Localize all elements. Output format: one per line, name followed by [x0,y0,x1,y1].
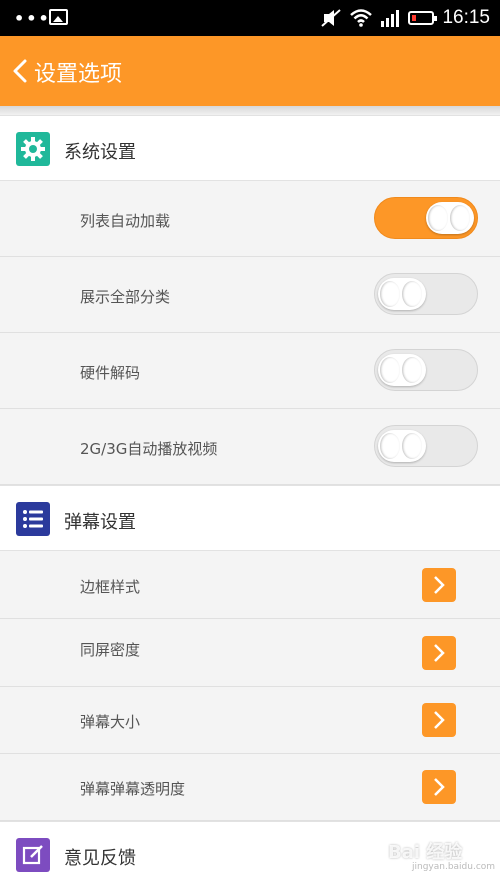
setting-row-border-style[interactable]: 边框样式 [0,551,500,619]
hardware-decode-toggle[interactable] [374,349,478,391]
status-time: 16:15 [442,7,490,28]
signal-icon [380,9,400,27]
setting-row-hardware-decode: 硬件解码 [0,333,500,409]
chevron-right-icon[interactable] [422,636,456,670]
auto-load-toggle[interactable] [374,197,478,239]
status-bar: ••• 16:15 [0,0,500,36]
setting-row-screen-density[interactable]: 同屏密度 [0,619,500,687]
chevron-left-icon [13,59,27,83]
page-title: 设置选项 [34,62,123,87]
setting-label: 硬件解码 [80,364,141,382]
status-bar-right: 16:15 [312,0,490,36]
more-dots-icon: ••• [14,9,51,28]
back-button[interactable] [8,56,36,86]
setting-label: 展示全部分类 [80,288,171,306]
setting-label: 弹幕弹幕透明度 [80,780,186,798]
setting-label: 弹幕大小 [80,713,141,731]
wifi-icon [350,9,373,27]
battery-low-icon [408,11,438,25]
autoplay-video-toggle[interactable] [374,425,478,467]
list-icon [16,502,50,536]
setting-row-danmaku-size[interactable]: 弹幕大小 [0,687,500,754]
section-header-danmaku: 弹幕设置 [0,485,500,551]
edit-icon [16,838,50,872]
setting-row-auto-load: 列表自动加载 [0,181,500,257]
section-title-system: 系统设置 [64,142,136,163]
setting-label: 2G/3G自动播放视频 [80,440,218,458]
watermark-sub: jingyan.baidu.com [412,862,496,872]
chevron-right-icon[interactable] [422,568,456,602]
setting-row-danmaku-opacity[interactable]: 弹幕弹幕透明度 [0,754,500,821]
setting-row-show-all-categories: 展示全部分类 [0,257,500,333]
setting-label: 列表自动加载 [80,212,171,230]
section-title-feedback: 意见反馈 [64,848,136,869]
setting-row-autoplay-video: 2G/3G自动播放视频 [0,409,500,485]
app-bar: 设置选项 [0,36,500,106]
setting-label: 边框样式 [80,578,141,596]
gear-icon [16,132,50,166]
show-all-categories-toggle[interactable] [374,273,478,315]
section-title-danmaku: 弹幕设置 [64,512,136,533]
setting-label: 同屏密度 [80,641,141,659]
chevron-right-icon[interactable] [422,770,456,804]
image-icon [49,9,68,25]
section-header-system: 系统设置 [0,115,500,181]
chevron-right-icon[interactable] [422,703,456,737]
watermark: Bai 经验 [388,842,463,863]
mute-icon [320,8,342,28]
